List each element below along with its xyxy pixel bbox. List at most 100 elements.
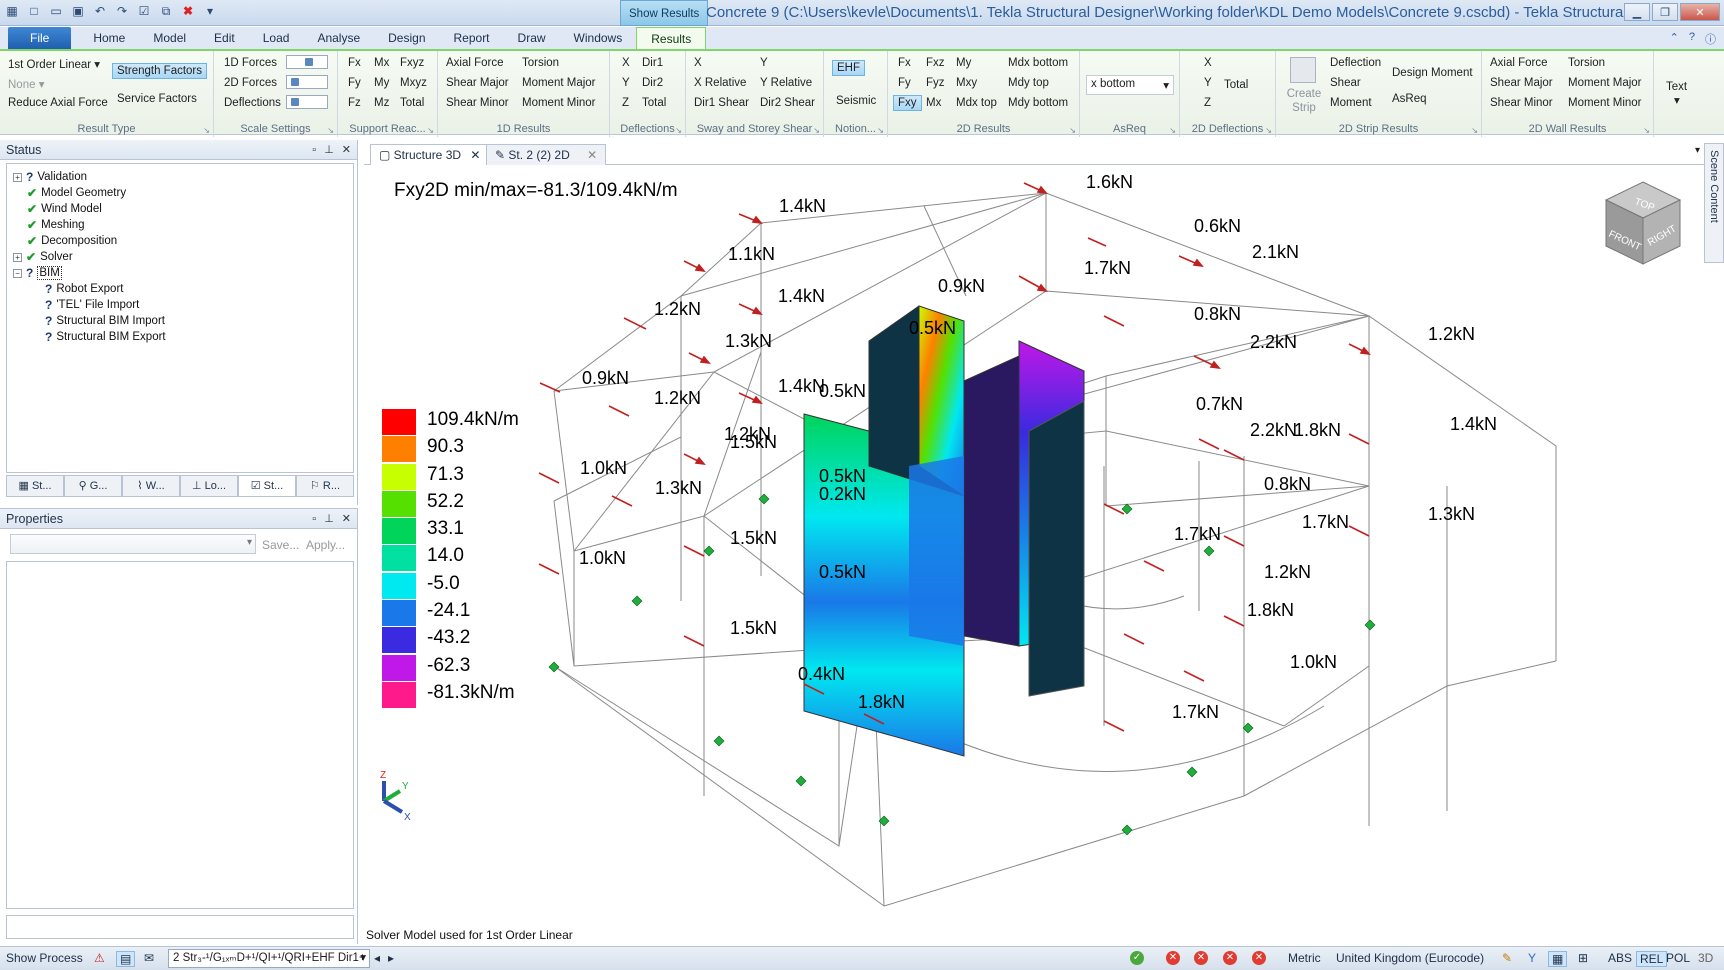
reaction-total[interactable]: Total — [400, 97, 424, 109]
torsion-1d[interactable]: Torsion — [522, 57, 559, 69]
restore-button[interactable]: ❐ — [1652, 3, 1678, 21]
asreq-dropdown[interactable]: x bottom ▾ — [1086, 75, 1174, 95]
result-2d-mdx-bottom[interactable]: Mdx bottom — [1008, 57, 1068, 69]
tree-item-meshing[interactable]: ✔ Meshing — [27, 218, 85, 232]
dialog-launcher-icon[interactable]: ↘ — [813, 126, 820, 135]
tab-analyse[interactable]: Analyse — [303, 27, 374, 49]
panel-pin-icon[interactable]: ⊥ — [324, 509, 334, 529]
tab-structure-3d[interactable]: ▢ Structure 3D ✕ — [370, 144, 490, 165]
sway-x[interactable]: X — [694, 57, 702, 69]
moment-minor-1d[interactable]: Moment Minor — [522, 97, 596, 109]
process-icon[interactable]: ⚠ — [94, 951, 105, 965]
minimize-button[interactable]: ▁ — [1624, 3, 1650, 21]
tree-item-bim[interactable]: −? BIM — [13, 266, 62, 280]
sway-dir1-shear[interactable]: Dir1 Shear — [694, 97, 749, 109]
tab-home[interactable]: Home — [79, 27, 139, 49]
mail-icon[interactable]: ✉ — [144, 951, 154, 965]
analysis-type-dropdown[interactable]: 1st Order Linear ▾ — [8, 57, 100, 71]
error-status-icon[interactable]: ✕ — [1166, 951, 1180, 965]
tab-edit[interactable]: Edit — [200, 27, 249, 49]
close-tab-icon[interactable]: ✕ — [470, 148, 480, 162]
wall-torsion[interactable]: Torsion — [1568, 57, 1605, 69]
dialog-launcher-icon[interactable]: ↘ — [1069, 126, 1076, 135]
create-strip-button[interactable]: Create Strip — [1284, 87, 1324, 115]
tree-item-bim-import[interactable]: ? Structural BIM Import — [45, 314, 165, 328]
strip-shear[interactable]: Shear — [1330, 77, 1361, 89]
reaction-fy[interactable]: Fy — [348, 77, 361, 89]
view-3d-toggle[interactable]: 3D — [1698, 951, 1713, 965]
panel-pin-icon[interactable]: ⊥ — [324, 140, 334, 160]
wall-shear-major[interactable]: Shear Major — [1490, 77, 1553, 89]
dialog-launcher-icon[interactable]: ↘ — [877, 126, 884, 135]
result-2d-fx[interactable]: Fx — [898, 57, 911, 69]
result-2d-mdx-top[interactable]: Mdx top — [956, 97, 997, 109]
tab-model[interactable]: Model — [139, 27, 200, 49]
result-2d-fyz[interactable]: Fyz — [926, 77, 945, 89]
tree-item-validation[interactable]: +? Validation — [13, 170, 87, 184]
tree-item-wind-model[interactable]: ✔ Wind Model — [27, 202, 102, 216]
result-2d-fxz[interactable]: Fxz — [926, 57, 945, 69]
dialog-launcher-icon[interactable]: ↘ — [1471, 126, 1478, 135]
seismic-button[interactable]: Seismic — [836, 95, 876, 107]
deflection-2d-total[interactable]: Total — [1224, 79, 1248, 91]
combination-dropdown[interactable]: None ▾ — [8, 77, 44, 91]
reaction-mx[interactable]: Mx — [374, 57, 389, 69]
help-icon[interactable]: ? — [1689, 31, 1695, 47]
tab-file[interactable]: File — [8, 27, 72, 49]
combination-toggle-icon[interactable]: ▤ — [116, 951, 136, 967]
strip-design-moment[interactable]: Design Moment — [1392, 67, 1473, 79]
dialog-launcher-icon[interactable]: ↘ — [1265, 126, 1272, 135]
pol-toggle[interactable]: POL — [1666, 951, 1690, 965]
text-dropdown-button[interactable]: Text ▾ — [1666, 81, 1687, 107]
show-results-button[interactable]: Show Results — [620, 0, 709, 26]
reaction-fx[interactable]: Fx — [348, 57, 361, 69]
scale-1d-slider[interactable] — [286, 55, 328, 69]
collapse-icon[interactable]: − — [13, 268, 22, 278]
reaction-mxyz[interactable]: Mxyz — [400, 77, 427, 89]
wall-axial-force[interactable]: Axial Force — [1490, 57, 1548, 69]
tab-st2-2d[interactable]: ✎ St. 2 (2) 2D ✕ — [486, 144, 607, 165]
reaction-fxyz[interactable]: Fxyz — [400, 57, 424, 69]
panel-float-icon[interactable]: ▫ — [312, 509, 316, 529]
tab-structure-tree[interactable]: ▦ St... — [6, 475, 64, 497]
expand-icon[interactable]: + — [13, 252, 22, 262]
load-combination-dropdown[interactable]: 2 Str₃-¹/G₁ₓₘD+¹/QI+¹/QRI+EHF Dir1+ ▾ — [168, 949, 370, 968]
ribbon-collapse-icon[interactable]: ⌃ — [1670, 31, 1679, 47]
reduce-axial-force-button[interactable]: Reduce Axial Force — [8, 97, 108, 109]
tab-list-icon[interactable]: ▾ — [1695, 145, 1700, 156]
dialog-launcher-icon[interactable]: ↘ — [327, 126, 334, 135]
sway-x-relative[interactable]: X Relative — [694, 77, 746, 89]
sway-dir2-shear[interactable]: Dir2 Shear — [760, 97, 815, 109]
dialog-launcher-icon[interactable]: ↘ — [1643, 126, 1650, 135]
tab-design[interactable]: Design — [374, 27, 439, 49]
pencil-icon[interactable]: ✎ — [1502, 951, 1512, 965]
wall-moment-major[interactable]: Moment Major — [1568, 77, 1642, 89]
wall-moment-minor[interactable]: Moment Minor — [1568, 97, 1642, 109]
close-tab-icon[interactable]: ✕ — [587, 148, 597, 162]
open-folder-icon[interactable]: ▭ — [48, 3, 64, 19]
structure-3d-viewport[interactable]: Z Y X 1.6kN 1.4kN 0.6kN 2.1kN 1.1kN 1.7kN 1.4k… — [364, 166, 1704, 944]
new-file-icon[interactable]: □ — [26, 3, 42, 19]
delete-icon[interactable]: ✖ — [180, 3, 196, 19]
dialog-launcher-icon[interactable]: ↘ — [675, 126, 682, 135]
result-2d-my[interactable]: My — [956, 57, 971, 69]
sway-y-relative[interactable]: Y Relative — [760, 77, 812, 89]
tab-load[interactable]: Load — [249, 27, 304, 49]
deflection-x[interactable]: X — [622, 57, 630, 69]
properties-apply-button[interactable]: Apply... — [306, 538, 345, 552]
result-2d-mdy-top[interactable]: Mdy top — [1008, 77, 1049, 89]
customize-toolbar-icon[interactable]: ▾ — [202, 3, 218, 19]
strip-deflection[interactable]: Deflection — [1330, 57, 1381, 69]
copy-icon[interactable]: ⧉ — [158, 3, 174, 19]
rel-toggle[interactable]: REL — [1636, 951, 1668, 967]
properties-save-button[interactable]: Save... — [262, 538, 299, 552]
design-status-icon[interactable]: ✕ — [1252, 951, 1266, 965]
redo-icon[interactable]: ↷ — [114, 3, 130, 19]
deflection-2d-x[interactable]: X — [1204, 57, 1212, 69]
scene-content-tab[interactable]: Scene Content — [1704, 143, 1724, 263]
view-cube[interactable]: TOP FRONT RIGHT — [1600, 176, 1686, 272]
result-2d-fy[interactable]: Fy — [898, 77, 911, 89]
tab-loading[interactable]: ⊥ Lo... — [180, 475, 238, 497]
deflection-total[interactable]: Total — [642, 97, 666, 109]
service-factors-button[interactable]: Service Factors — [117, 93, 197, 105]
